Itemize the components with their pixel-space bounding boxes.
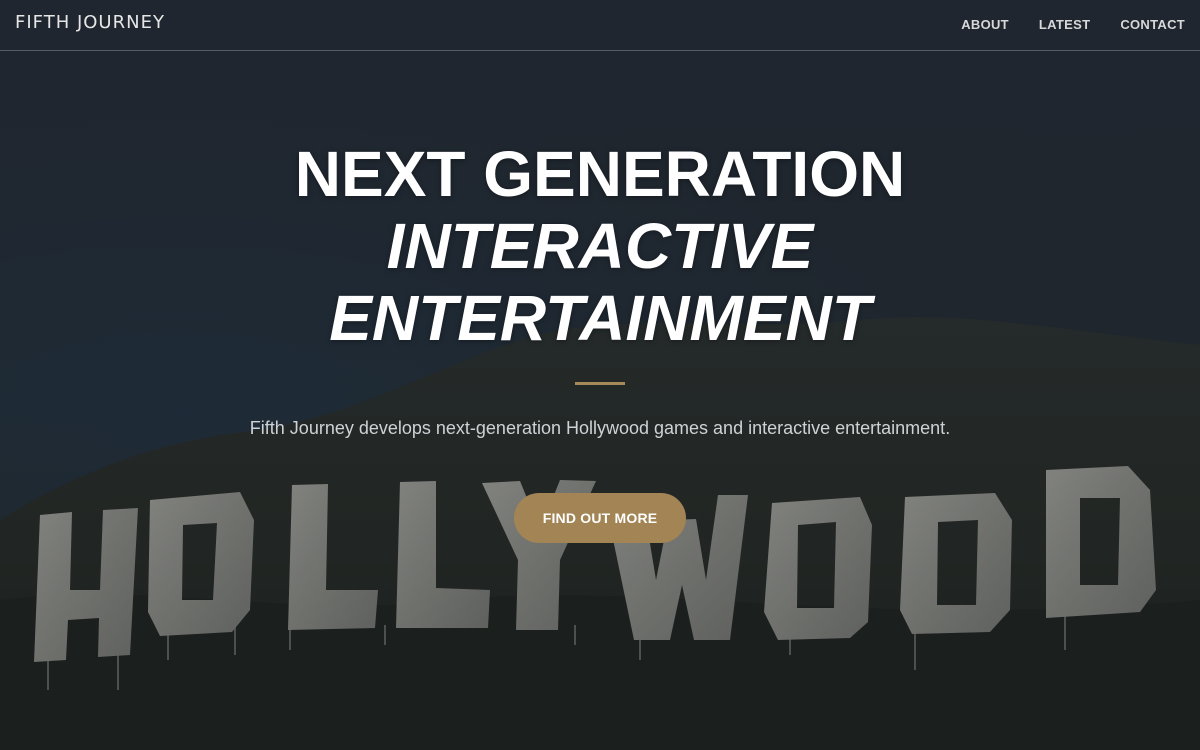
hero-section: FIFTH JOURNEY ABOUT LATEST CONTACT NEXT … (0, 0, 1200, 750)
brand-logo[interactable]: FIFTH JOURNEY (15, 12, 165, 33)
hollywood-sign-background (0, 0, 1200, 750)
headline-line-1: NEXT GENERATION (294, 138, 906, 210)
navbar: FIFTH JOURNEY ABOUT LATEST CONTACT (0, 0, 1200, 51)
nav-link-about[interactable]: ABOUT (961, 17, 1009, 32)
headline-line-3: ENTERTAINMENT (329, 282, 871, 354)
hero-divider (575, 382, 625, 385)
hero-headline: NEXT GENERATION INTERACTIVE ENTERTAINMEN… (0, 138, 1200, 354)
hero-subtitle: Fifth Journey develops next-generation H… (249, 418, 951, 438)
nav-link-latest[interactable]: LATEST (1039, 17, 1090, 32)
find-out-more-button[interactable]: FIND OUT MORE (514, 493, 686, 543)
nav-link-contact[interactable]: CONTACT (1120, 17, 1185, 32)
nav-links: ABOUT LATEST CONTACT (961, 17, 1185, 32)
headline-line-2: INTERACTIVE (386, 210, 814, 282)
